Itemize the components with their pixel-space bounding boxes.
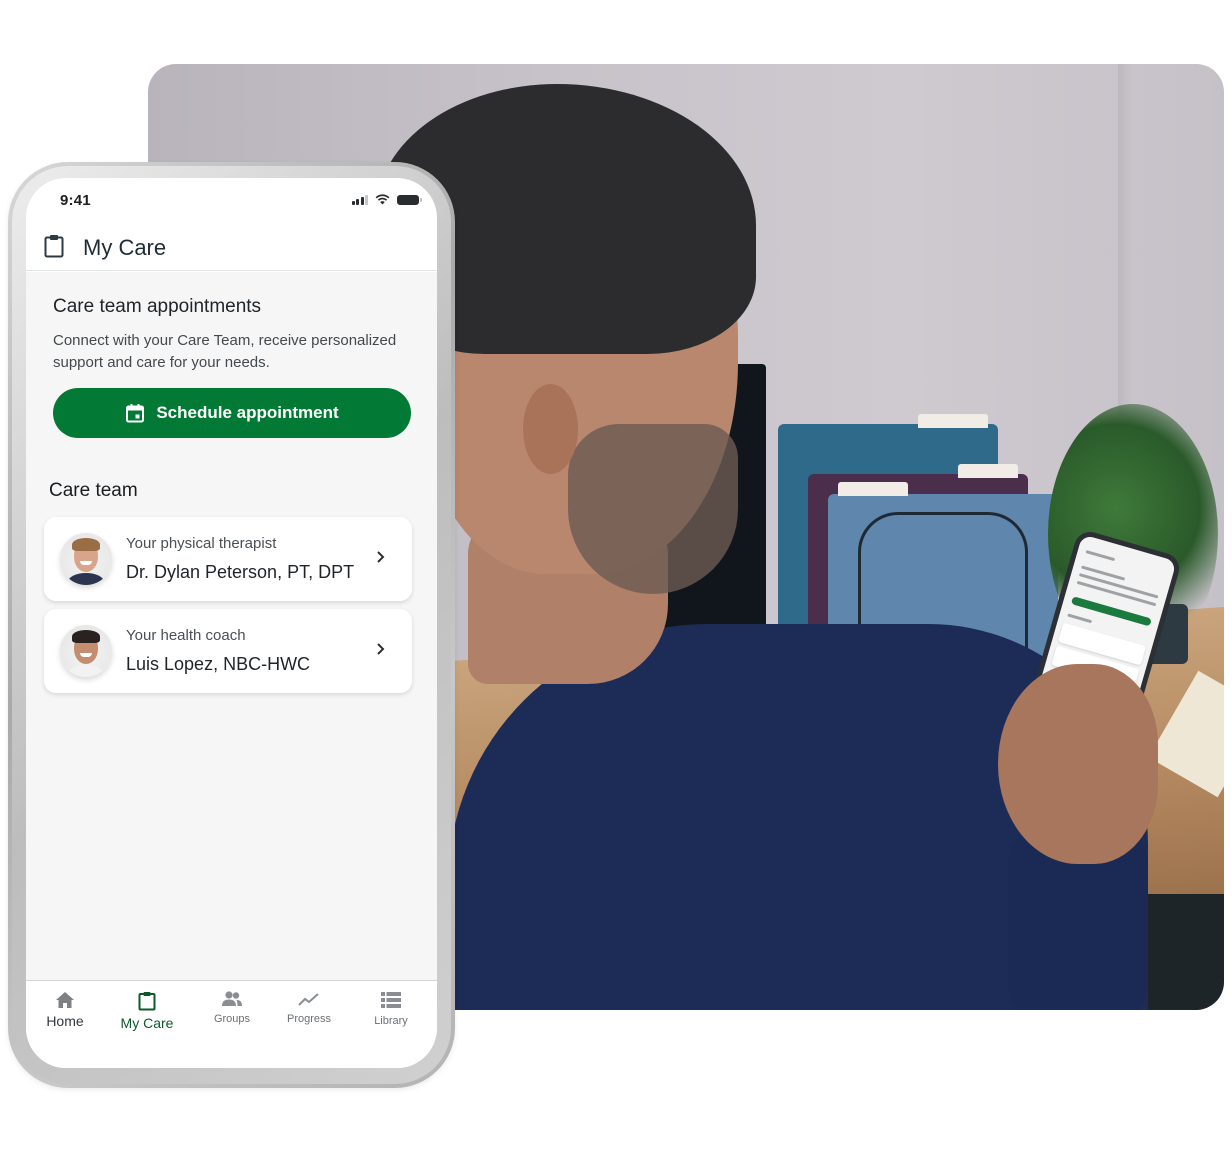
phone-screen: 9:41 My Care Care team appointments Conn…	[26, 178, 437, 1068]
person-hand	[998, 664, 1158, 864]
schedule-appointment-label: Schedule appointment	[156, 403, 339, 422]
clipboard-icon	[44, 235, 64, 258]
battery-icon	[397, 194, 422, 205]
wifi-icon	[375, 194, 390, 205]
card-role: Your physical therapist	[126, 535, 277, 552]
phone-frame: 9:41 My Care Care team appointments Conn…	[8, 162, 455, 1088]
my-care-content: Care team appointments Connect with your…	[26, 272, 437, 980]
tab-my-care[interactable]: My Care	[112, 991, 182, 1031]
home-icon	[56, 992, 74, 1008]
tab-label: Groups	[213, 1013, 251, 1025]
chevron-right-icon	[377, 643, 385, 655]
appointments-title: Care team appointments	[53, 296, 262, 317]
therapist-avatar	[60, 533, 112, 585]
bottom-tab-bar: Home My Care Groups Progress Library	[26, 980, 437, 1068]
tab-label: Library	[374, 1015, 408, 1027]
tab-home[interactable]: Home	[30, 991, 100, 1029]
tab-progress[interactable]: Progress	[274, 991, 344, 1025]
app-header: My Care	[26, 226, 437, 271]
page-title: My Care	[83, 235, 167, 260]
card-name: Luis Lopez, NBC-HWC	[126, 654, 311, 674]
tab-label: Home	[46, 1013, 84, 1029]
calendar-icon	[126, 404, 145, 423]
card-role: Your health coach	[126, 627, 246, 644]
list-icon	[381, 992, 401, 1008]
card-name: Dr. Dylan Peterson, PT, DPT	[126, 562, 355, 582]
trending-line-icon	[298, 993, 319, 1006]
schedule-appointment-button[interactable]: Schedule appointment	[53, 388, 411, 438]
tab-label: Progress	[286, 1013, 332, 1025]
tab-label: My Care	[120, 1015, 174, 1031]
clipboard-icon	[138, 992, 156, 1011]
care-team-card-coach[interactable]: Your health coach Luis Lopez, NBC-HWC	[44, 609, 412, 693]
groups-icon	[222, 991, 242, 1006]
tab-library[interactable]: Library	[356, 991, 426, 1027]
tab-groups[interactable]: Groups	[197, 991, 267, 1025]
chevron-right-icon	[377, 551, 385, 563]
care-team-title: Care team	[49, 480, 138, 501]
status-bar: 9:41	[26, 178, 437, 226]
person-beard	[568, 424, 738, 594]
coach-avatar	[60, 625, 112, 677]
person-ear	[523, 384, 578, 474]
appointments-description: Connect with your Care Team, receive per…	[53, 332, 397, 371]
status-time: 9:41	[60, 192, 91, 209]
cellular-signal-icon	[351, 194, 368, 205]
care-team-card-therapist[interactable]: Your physical therapist Dr. Dylan Peters…	[44, 517, 412, 601]
